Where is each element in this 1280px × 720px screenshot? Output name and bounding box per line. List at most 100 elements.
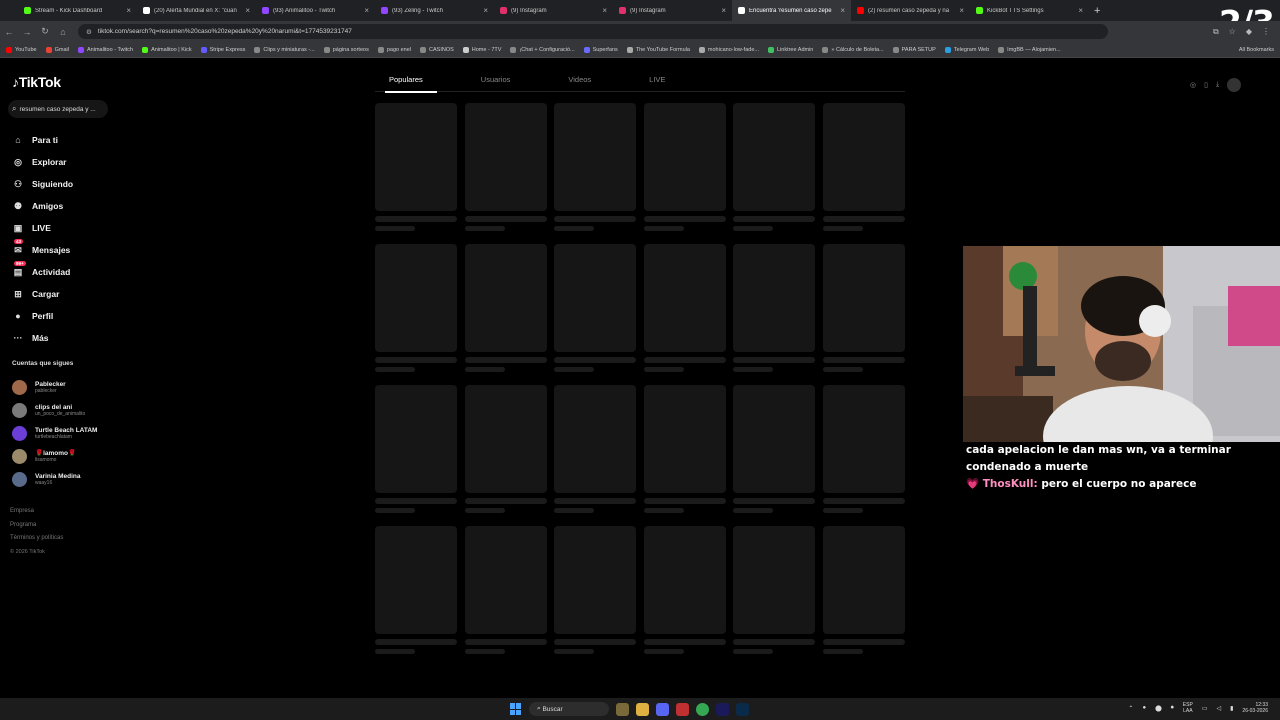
sidebar-item-mensajes[interactable]: ✉ 43 Mensajes	[12, 239, 73, 261]
mic-icon[interactable]: ⏺	[1171, 705, 1174, 712]
bookmark-item[interactable]: » Cálculo de Boleta...	[822, 46, 884, 53]
video-placeholder[interactable]	[822, 385, 905, 513]
home-icon[interactable]: ⌂	[54, 27, 72, 37]
forward-icon[interactable]: →	[18, 27, 36, 37]
video-placeholder[interactable]	[464, 244, 547, 372]
video-placeholder[interactable]	[464, 526, 547, 654]
sidebar-item-actividad[interactable]: ▤ 99+ Actividad	[12, 261, 73, 283]
profile-menu-icon[interactable]: ⋮	[1262, 27, 1270, 37]
tab-live[interactable]: LIVE	[635, 72, 679, 92]
bookmark-item[interactable]: Gmail	[45, 46, 69, 53]
video-placeholder[interactable]	[643, 244, 726, 372]
video-placeholder[interactable]	[375, 103, 457, 231]
video-placeholder[interactable]	[375, 526, 457, 654]
following-account[interactable]: Pablecker pablecker	[12, 376, 97, 399]
video-placeholder[interactable]	[733, 244, 815, 372]
bookmark-item[interactable]: ¡Chat + Configuració...	[510, 46, 575, 53]
video-placeholder[interactable]	[554, 244, 636, 372]
network-icon[interactable]: ▭	[1202, 705, 1208, 712]
new-tab-icon[interactable]: +	[1094, 5, 1100, 17]
bookmark-item[interactable]: pago enel	[377, 46, 411, 53]
browser-tab[interactable]: (20) Alerta Mundial en X: "cuan ×	[137, 0, 256, 21]
browser-tab[interactable]: Encuentra 'resumen caso zepe ×	[732, 0, 851, 21]
back-icon[interactable]: ←	[0, 27, 18, 37]
discord-icon[interactable]	[656, 702, 669, 716]
footer-link[interactable]: Términos y políticas	[10, 535, 63, 549]
sidebar-item-amigos[interactable]: ⚉ Amigos	[12, 195, 73, 217]
sidebar-item-live[interactable]: ▣ LIVE	[12, 217, 73, 239]
bookmark-item[interactable]: Home - 7TV	[462, 46, 501, 53]
tab-videos[interactable]: Videos	[554, 72, 605, 92]
bookmark-item[interactable]: Animalitoo | Kick	[142, 46, 192, 53]
following-account[interactable]: clips del ani un_poco_de_animalito	[12, 399, 97, 422]
volume-icon[interactable]: ◁	[1216, 705, 1221, 712]
bookmark-item[interactable]: mohicano-low-fade...	[698, 46, 759, 53]
bookmark-item[interactable]: Stripe Express	[200, 46, 245, 53]
following-account[interactable]: Turtle Beach LATAM turtlebeachlatam	[12, 422, 97, 445]
taskbar-search[interactable]: ⌕ Buscar	[529, 702, 609, 716]
tray-chevron-icon[interactable]: ⌃	[1128, 705, 1133, 712]
sidebar-item-siguiendo[interactable]: ⚇ Siguiendo	[12, 173, 73, 195]
star-icon[interactable]: ☆	[1229, 27, 1236, 37]
tab-close-icon[interactable]: ×	[483, 6, 488, 15]
sidebar-item-cargar[interactable]: ⊞ Cargar	[12, 283, 73, 305]
language-indicator[interactable]: ESP LAA	[1183, 702, 1193, 714]
browser-tab[interactable]: (2) resumen caso zepeda y na ×	[851, 0, 970, 21]
video-placeholder[interactable]	[733, 103, 815, 231]
tray-app-icon[interactable]: ●	[1142, 705, 1146, 711]
video-placeholder[interactable]	[554, 385, 636, 513]
browser-tab[interactable]: (9) Instagram ×	[494, 0, 613, 21]
bookmark-item[interactable]: Clips y miniaturas -...	[254, 46, 315, 53]
video-placeholder[interactable]	[375, 385, 457, 513]
tiktok-logo[interactable]: ♪TikTok	[12, 74, 61, 90]
footer-link[interactable]: Empresa	[10, 508, 63, 522]
bookmark-item[interactable]: YouTube	[6, 46, 37, 53]
browser-tab[interactable]: Stream - Kick Dashboard ×	[18, 0, 137, 21]
video-placeholder[interactable]	[643, 103, 726, 231]
video-placeholder[interactable]	[643, 385, 726, 513]
reload-icon[interactable]: ↻	[36, 26, 54, 37]
bookmark-item[interactable]: página sorteos	[323, 46, 369, 53]
bookmark-item[interactable]: ImgBB — Alojamien...	[998, 46, 1061, 53]
video-placeholder[interactable]	[822, 526, 905, 654]
all-bookmarks[interactable]: All Bookmarks	[1239, 47, 1274, 53]
battery-icon[interactable]: ▮	[1230, 705, 1233, 712]
video-placeholder[interactable]	[554, 103, 636, 231]
widgets-icon[interactable]	[616, 702, 629, 716]
install-icon[interactable]: ⧉	[1213, 27, 1219, 37]
site-info-icon[interactable]: ⚙	[86, 28, 92, 36]
tab-close-icon[interactable]: ×	[840, 6, 845, 15]
video-placeholder[interactable]	[822, 103, 905, 231]
tab-usuarios[interactable]: Usuarios	[467, 72, 525, 92]
extension-icon[interactable]: ◆	[1246, 27, 1252, 37]
browser-tab[interactable]: (93) Animalitoo - Twitch ×	[256, 0, 375, 21]
tab-populares[interactable]: Populares	[375, 72, 437, 93]
premiere-icon[interactable]	[716, 702, 729, 716]
video-placeholder[interactable]	[375, 244, 457, 372]
browser-tab[interactable]: (93) Zeling - Twitch ×	[375, 0, 494, 21]
video-placeholder[interactable]	[733, 385, 815, 513]
bookmark-item[interactable]: Linktree Admin	[767, 46, 813, 53]
tab-close-icon[interactable]: ×	[245, 6, 250, 15]
video-placeholder[interactable]	[643, 526, 726, 654]
tab-close-icon[interactable]: ×	[1078, 6, 1083, 15]
coins-icon[interactable]: ◎	[1190, 81, 1196, 89]
chrome-icon[interactable]	[696, 702, 709, 716]
footer-link[interactable]: Programa	[10, 522, 63, 536]
following-account[interactable]: Varinia Medina waay16	[12, 468, 97, 491]
bookmark-item[interactable]: The YouTube Formula	[626, 46, 690, 53]
bookmark-item[interactable]: Animalitoo - Twitch	[78, 46, 133, 53]
file-explorer-icon[interactable]	[636, 702, 649, 716]
bookmark-item[interactable]: PARA SETUP	[892, 46, 936, 53]
browser-tab[interactable]: KickBot TTS Settings ×	[970, 0, 1089, 21]
video-placeholder[interactable]	[822, 244, 905, 372]
bookmark-item[interactable]: Telegram Web	[944, 46, 989, 53]
video-placeholder[interactable]	[464, 385, 547, 513]
tray-app2-icon[interactable]: ⬤	[1155, 705, 1162, 712]
tab-close-icon[interactable]: ×	[126, 6, 131, 15]
video-placeholder[interactable]	[464, 103, 547, 231]
tab-close-icon[interactable]: ×	[721, 6, 726, 15]
tab-close-icon[interactable]: ×	[364, 6, 369, 15]
bookmark-item[interactable]: Superfans	[583, 46, 618, 53]
bookmark-item[interactable]: CASINOS	[420, 46, 454, 53]
